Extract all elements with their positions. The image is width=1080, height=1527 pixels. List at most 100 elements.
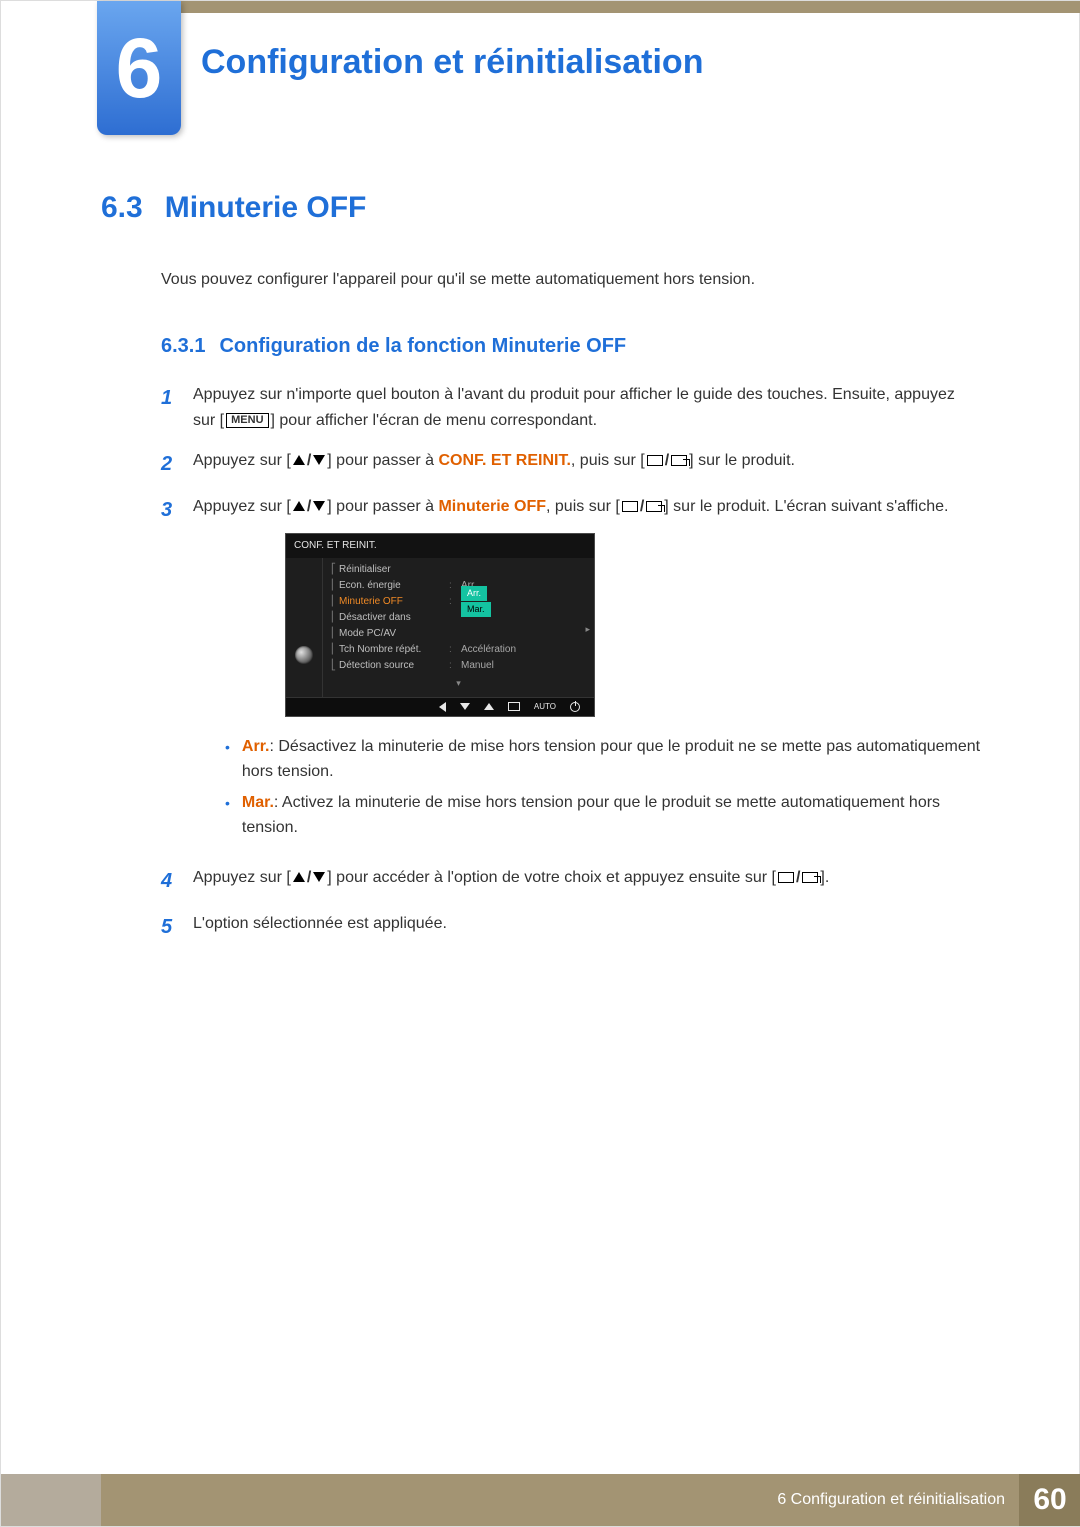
osd-label: Désactiver dans — [339, 610, 449, 626]
osd-label: Réinitialiser — [339, 562, 449, 578]
bullet-dot-icon: • — [225, 735, 230, 785]
triangle-up-icon — [293, 872, 305, 882]
rect-icon — [622, 501, 638, 512]
source-enter-icon: / — [622, 494, 662, 520]
highlight-mar: Mar. — [242, 794, 274, 811]
step-body: Appuyez sur [/] pour accéder à l'option … — [193, 865, 981, 897]
step-body: Appuyez sur n'importe quel bouton à l'av… — [193, 382, 981, 433]
osd-row-detection-source: ⎣Détection source:Manuel — [323, 658, 594, 674]
osd-option-arr: Arr. — [461, 586, 487, 600]
up-down-arrow-icon: / — [293, 865, 325, 891]
osd-label: Tch Nombre répét. — [339, 642, 449, 658]
footer-page-number: 60 — [1019, 1474, 1080, 1526]
enter-icon — [646, 501, 662, 512]
bullet-desc: : Désactivez la minuterie de mise hors t… — [242, 738, 980, 780]
osd-footer-auto-label: AUTO — [534, 701, 556, 714]
bullet-mar: • Mar.: Activez la minuterie de mise hor… — [225, 791, 981, 841]
step-text: ] sur le produit. — [689, 452, 795, 469]
osd-value: Accélération — [457, 642, 594, 658]
footer-band: 6 Configuration et réinitialisation 60 — [1, 1474, 1080, 1526]
triangle-down-icon — [313, 872, 325, 882]
bullet-desc: : Activez la minuterie de mise hors tens… — [242, 794, 940, 836]
subsection-title: Configuration de la fonction Minuterie O… — [219, 335, 626, 358]
chapter-number-badge: 6 — [97, 1, 181, 135]
step-text: Appuyez sur [ — [193, 452, 291, 469]
osd-row-minuterie-off: ⎢Minuterie OFF:Arr.Mar. — [323, 594, 594, 610]
osd-row-tch-nombre: ⎢Tch Nombre répét.:Accélération — [323, 642, 594, 658]
jog-wheel-icon — [295, 646, 313, 664]
osd-title: CONF. ET REINIT. — [286, 534, 594, 558]
step-text: ] pour passer à — [327, 498, 438, 515]
subsection-heading-row: 6.3.1 Configuration de la fonction Minut… — [161, 335, 981, 358]
osd-footer-bar: AUTO — [286, 697, 594, 717]
step-number: 4 — [161, 865, 179, 897]
triangle-up-icon — [293, 455, 305, 465]
osd-value: Arr. Mar. — [457, 586, 594, 618]
menu-button-label: MENU — [226, 413, 268, 428]
section-heading-row: 6.3 Minuterie OFF — [101, 191, 981, 225]
source-enter-icon: / — [778, 865, 818, 891]
osd-footer-enter-icon — [508, 701, 520, 714]
bullet-text: Arr.: Désactivez la minuterie de mise ho… — [242, 735, 981, 785]
step-2: 2 Appuyez sur [/] pour passer à CONF. ET… — [161, 448, 981, 480]
osd-footer-power-icon — [570, 701, 580, 714]
osd-value: Manuel — [457, 658, 594, 674]
source-enter-icon: / — [647, 448, 687, 474]
highlight-conf-reinit: CONF. ET REINIT. — [438, 452, 570, 469]
step-5: 5 L'option sélectionnée est appliquée. — [161, 911, 981, 943]
main-content: 6.3 Minuterie OFF Vous pouvez configurer… — [101, 191, 981, 957]
osd-row-reinitialiser: ⎡Réinitialiser — [323, 562, 594, 578]
step-text: ]. — [820, 869, 829, 886]
section-title: Minuterie OFF — [165, 191, 367, 225]
osd-row-mode-pcav: ⎢Mode PC/AV — [323, 626, 594, 642]
step-text: , puis sur [ — [546, 498, 620, 515]
enter-icon — [802, 872, 818, 883]
up-down-arrow-icon: / — [293, 494, 325, 520]
step-3: 3 Appuyez sur [/] pour passer à Minuteri… — [161, 494, 981, 851]
osd-label: Econ. énergie — [339, 578, 449, 594]
step-number: 3 — [161, 494, 179, 851]
step-text: , puis sur [ — [571, 452, 645, 469]
triangle-down-icon — [313, 501, 325, 511]
osd-label: Détection source — [339, 658, 449, 674]
bullet-text: Mar.: Activez la minuterie de mise hors … — [242, 791, 981, 841]
step-text: Appuyez sur [ — [193, 869, 291, 886]
osd-body: ⎡Réinitialiser ⎢Econ. énergie:Arr. ⎢Minu… — [286, 558, 594, 696]
rect-icon — [647, 455, 663, 466]
osd-footer-down-icon — [460, 701, 470, 714]
section-intro: Vous pouvez configurer l'appareil pour q… — [161, 269, 981, 291]
step-text: ] sur le produit. L'écran suivant s'affi… — [664, 498, 948, 515]
step-body: Appuyez sur [/] pour passer à Minuterie … — [193, 494, 981, 851]
osd-label: Minuterie OFF — [339, 594, 449, 610]
osd-menu-list: ⎡Réinitialiser ⎢Econ. énergie:Arr. ⎢Minu… — [322, 558, 594, 696]
step-number: 1 — [161, 382, 179, 433]
header-khaki-strip — [97, 1, 1080, 13]
triangle-down-icon — [313, 455, 325, 465]
step-4: 4 Appuyez sur [/] pour accéder à l'optio… — [161, 865, 981, 897]
osd-option-mar: Mar. — [461, 602, 491, 616]
step-number: 2 — [161, 448, 179, 480]
document-page: 6 Configuration et réinitialisation 6.3 … — [0, 0, 1080, 1527]
highlight-minuterie-off: Minuterie OFF — [438, 498, 546, 515]
osd-right-caret-icon: ▸ — [585, 622, 590, 636]
step-text: ] pour afficher l'écran de menu correspo… — [271, 412, 598, 429]
step-body: L'option sélectionnée est appliquée. — [193, 911, 981, 943]
option-bullets: • Arr.: Désactivez la minuterie de mise … — [225, 735, 981, 840]
enter-icon — [671, 455, 687, 466]
osd-footer-up-icon — [484, 701, 494, 714]
osd-screenshot: CONF. ET REINIT. ⎡Réinitialiser ⎢Econ. é… — [285, 533, 595, 717]
bullet-arr: • Arr.: Désactivez la minuterie de mise … — [225, 735, 981, 785]
subsection-number: 6.3.1 — [161, 335, 205, 358]
osd-footer-back-icon — [439, 701, 446, 714]
footer-chapter-text: 6 Configuration et réinitialisation — [777, 1491, 1005, 1509]
step-number: 5 — [161, 911, 179, 943]
steps-list: 1 Appuyez sur n'importe quel bouton à l'… — [161, 382, 981, 942]
step-text: L'option sélectionnée est appliquée. — [193, 915, 447, 932]
up-down-arrow-icon: / — [293, 448, 325, 474]
rect-icon — [778, 872, 794, 883]
chapter-title: Configuration et réinitialisation — [201, 43, 703, 82]
footer-left-block — [1, 1474, 101, 1526]
triangle-up-icon — [293, 501, 305, 511]
osd-scroll-down-icon: ▾ — [323, 674, 594, 692]
step-text: Appuyez sur [ — [193, 498, 291, 515]
